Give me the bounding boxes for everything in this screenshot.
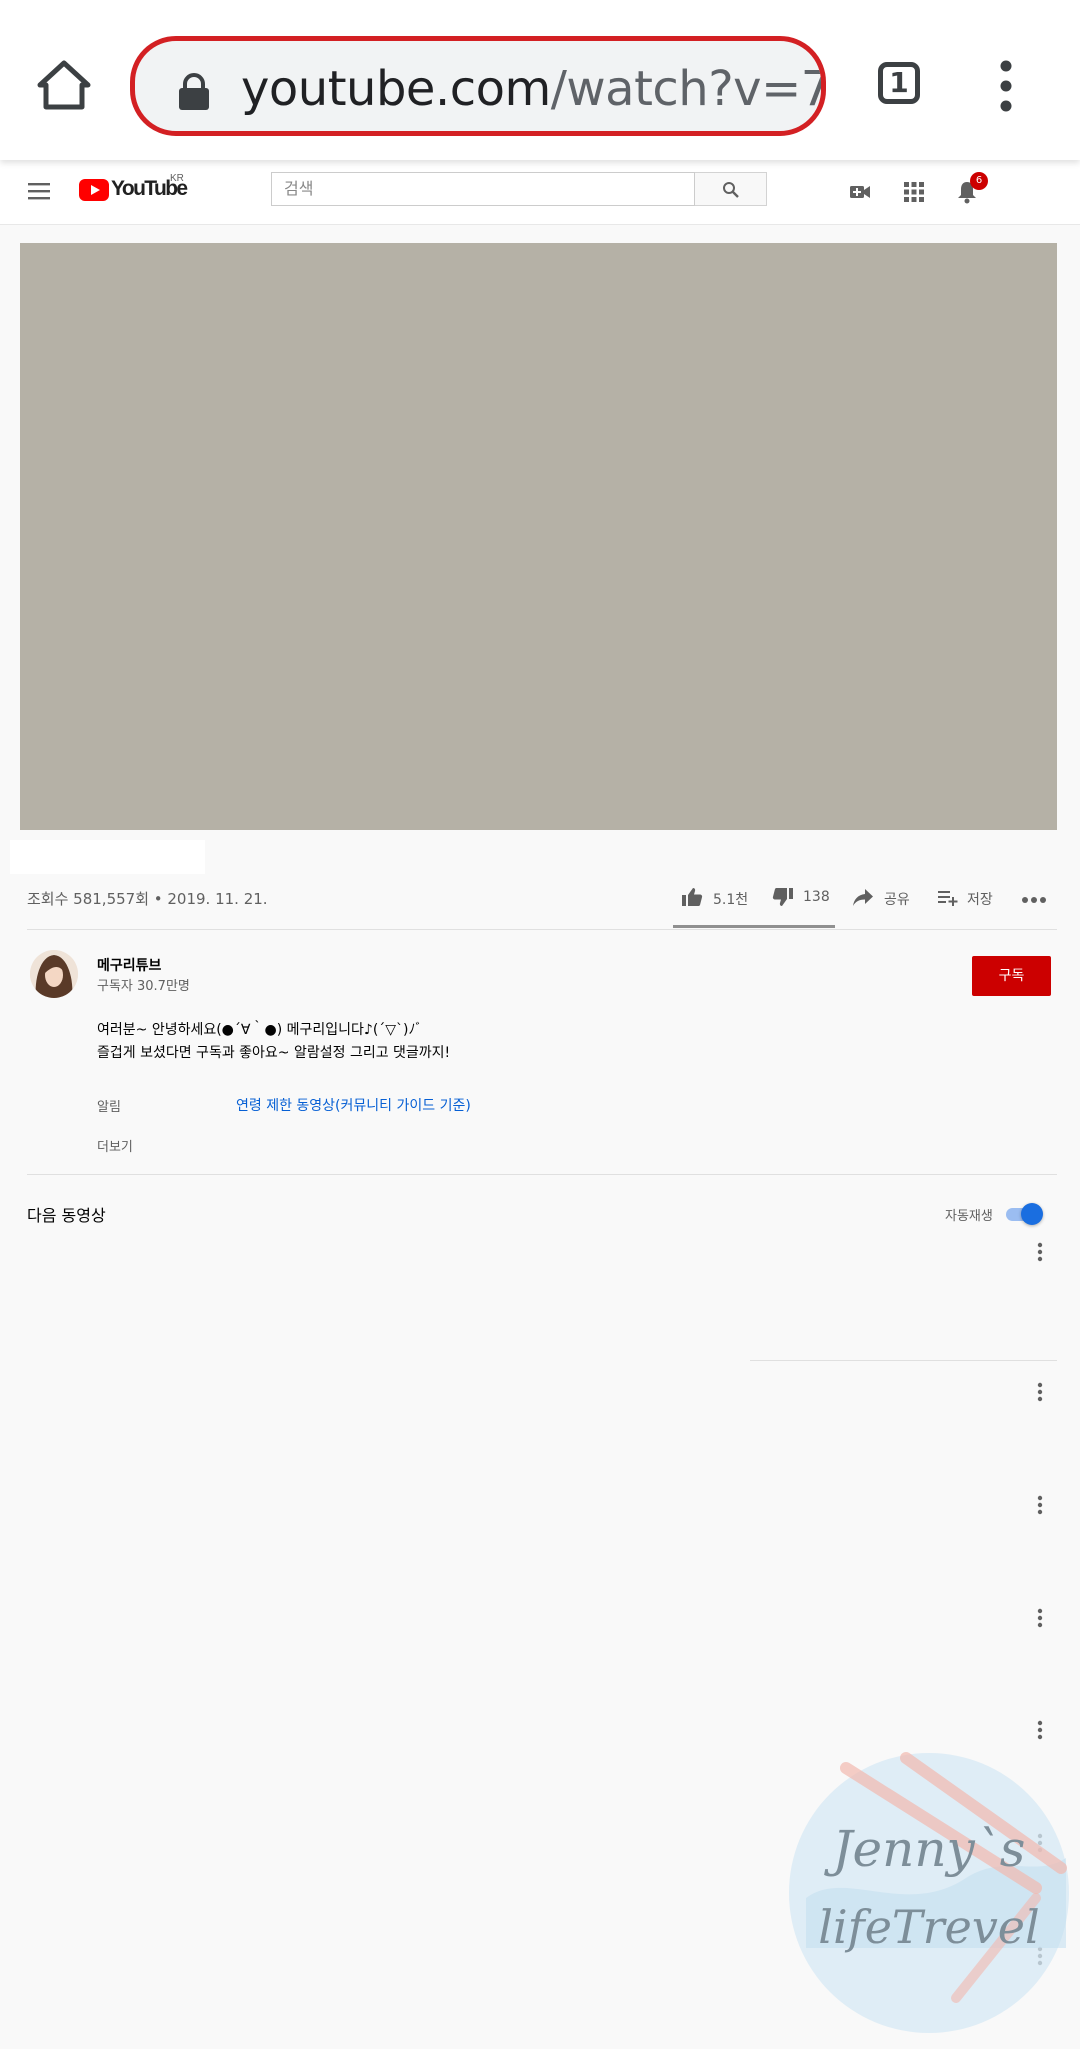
divider: [27, 1174, 1057, 1175]
search-button[interactable]: [695, 172, 767, 206]
playlist-add-icon: [938, 891, 958, 906]
channel-avatar[interactable]: [30, 950, 78, 998]
autoplay-toggle[interactable]: [1006, 1203, 1046, 1225]
watermark-line-2: lifeTrevel: [818, 1900, 1040, 1954]
video-player[interactable]: [20, 243, 1057, 830]
autoplay-label: 자동재생: [945, 1209, 993, 1224]
apps-grid-icon[interactable]: [902, 180, 926, 204]
description-line-2: 즐겁게 보셨다면 구독과 좋아요~ 알람설정 그리고 댓글까지!: [97, 1045, 451, 1061]
divider: [27, 929, 1057, 930]
youtube-play-icon: [79, 179, 109, 201]
url-host: youtube.com: [241, 61, 551, 117]
lock-icon: [179, 73, 209, 110]
notification-badge: 6: [970, 172, 988, 190]
avatar-portrait: [30, 950, 78, 998]
more-actions-icon[interactable]: [1021, 896, 1047, 904]
like-count: 5.1천: [713, 892, 749, 908]
video-menu-icon[interactable]: [1036, 1608, 1044, 1628]
sentiment-bar: [673, 925, 835, 928]
browser-menu-icon[interactable]: [994, 60, 1018, 112]
address-bar[interactable]: youtube.com/watch?v=7x24: [130, 36, 826, 136]
dislike-count: 138: [803, 889, 830, 905]
thumbs-down-icon: [772, 888, 793, 906]
region-code: KR: [170, 173, 184, 184]
url-text: youtube.com/watch?v=7x24: [241, 59, 821, 119]
url-path: /watch?v=7x24: [550, 61, 821, 117]
view-count-date: 조회수 581,557회 • 2019. 11. 21.: [27, 890, 268, 908]
video-menu-icon[interactable]: [1036, 1242, 1044, 1262]
share-icon: [853, 889, 873, 906]
show-more-button[interactable]: 더보기: [97, 1136, 133, 1155]
divider: [750, 1360, 1057, 1361]
share-label: 공유: [884, 892, 910, 908]
watermark-logo: Jenny`s lifeTrevel: [789, 1752, 1069, 2033]
home-icon[interactable]: [34, 55, 94, 115]
description-line-1: 여러분~ 안녕하세요(●´∀｀●) 메구리입니다♪(´▽`)ﾉﾞ: [97, 1022, 423, 1038]
save-label: 저장: [967, 892, 993, 908]
notice-label: 알림: [97, 1100, 121, 1115]
youtube-header: YouTube KR 검색: [0, 160, 1080, 225]
toggle-knob: [1021, 1203, 1043, 1225]
up-next-title: 다음 동영상: [27, 1206, 106, 1225]
search-input[interactable]: 검색: [271, 172, 695, 206]
browser-toolbar: youtube.com/watch?v=7x24 1: [0, 0, 1080, 160]
thumbs-up-icon: [682, 888, 703, 906]
tab-switcher-button[interactable]: 1: [878, 62, 920, 104]
subscribe-button[interactable]: 구독: [972, 956, 1051, 996]
channel-name[interactable]: 메구리튜브: [97, 955, 161, 975]
video-menu-icon[interactable]: [1036, 1382, 1044, 1402]
search-icon: [723, 182, 739, 198]
sentiment-bar-fill: [673, 925, 831, 928]
subscriber-count: 구독자 30.7만명: [97, 979, 190, 994]
age-restriction-link[interactable]: 연령 제한 동영상(커뮤니티 가이드 기준): [236, 1095, 471, 1115]
upload-video-icon[interactable]: [848, 180, 872, 204]
watermark-line-1: Jenny`s: [824, 1820, 1026, 1878]
video-menu-icon[interactable]: [1036, 1720, 1044, 1740]
hamburger-menu-icon[interactable]: [28, 182, 50, 200]
video-title-blank: [10, 840, 205, 874]
video-menu-icon[interactable]: [1036, 1495, 1044, 1515]
